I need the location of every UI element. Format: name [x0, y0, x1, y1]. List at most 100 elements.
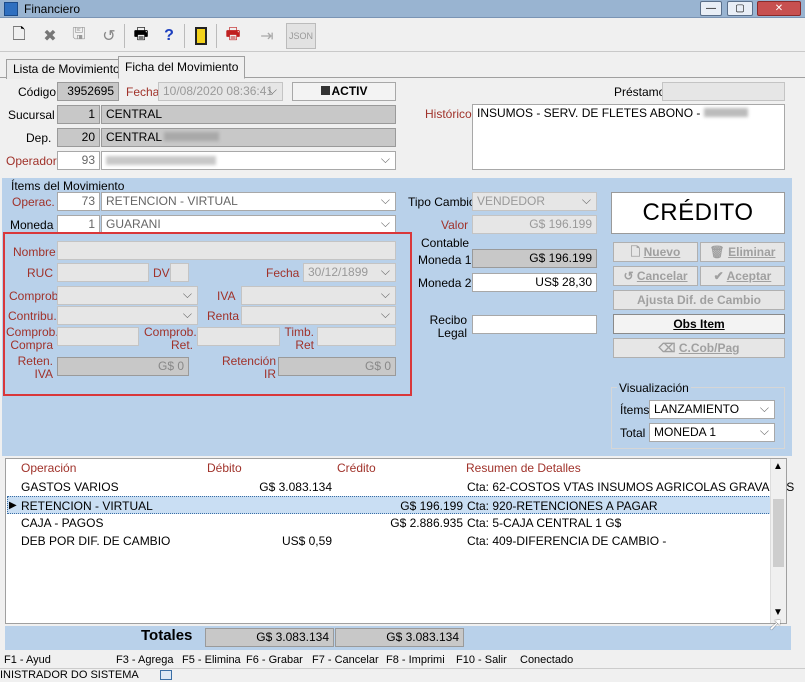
- col-header-resumen[interactable]: Resumen de Detalles: [466, 461, 581, 475]
- dep-label: Dep.: [26, 131, 52, 145]
- table-row[interactable]: DEB POR DIF. DE CAMBIO US$ 0,59 Cta: 409…: [7, 532, 771, 550]
- iva-label: IVA: [217, 289, 236, 303]
- status-key-f7: F7 - Cancelar: [312, 654, 379, 666]
- fecha-field[interactable]: 10/08/2020 08:36:41: [158, 82, 283, 101]
- table-row[interactable]: GASTOS VARIOS G$ 3.083.134 Cta: 62-COSTO…: [7, 478, 794, 496]
- visualizacion-items-select[interactable]: LANZAMIENTO: [649, 400, 775, 419]
- print-report-icon[interactable]: 🖶: [220, 23, 246, 49]
- new-icon: 🗋: [630, 245, 644, 259]
- cancelar-button[interactable]: ↺ Cancelar: [613, 266, 698, 286]
- undo-icon[interactable]: ↺: [96, 23, 122, 49]
- nombre-field[interactable]: [57, 241, 396, 260]
- row-pointer-icon: ▶: [9, 500, 17, 511]
- delete-icon[interactable]: ✖: [37, 23, 63, 49]
- tab-ficha-del-movimiento[interactable]: Ficha del Movimiento: [118, 56, 246, 79]
- ruc-field[interactable]: [57, 263, 149, 282]
- moneda2-label: Moneda 2: [418, 276, 472, 290]
- eraser-icon: ⌫: [658, 341, 679, 355]
- total-debito-field: G$ 3.083.134: [205, 628, 334, 647]
- operac-name-field[interactable]: RETENCION - VIRTUAL: [101, 192, 396, 211]
- print-icon[interactable]: 🖶: [128, 23, 154, 49]
- check-icon: ✔: [713, 269, 727, 283]
- col-header-debito[interactable]: Débito: [207, 461, 242, 475]
- timb-ret-field[interactable]: [317, 327, 396, 346]
- exit-door-icon[interactable]: [188, 23, 214, 49]
- user-status-bar: INISTRADOR DO SISTEMA: [0, 668, 805, 681]
- json-icon[interactable]: JSON: [286, 23, 316, 49]
- reten-iva-label: Reten.: [17, 354, 53, 368]
- operador-label: Operador: [6, 154, 57, 168]
- aceptar-button[interactable]: ✔ Aceptar: [700, 266, 785, 286]
- valor-field[interactable]: G$ 196.199: [472, 215, 597, 234]
- operador-name-field[interactable]: [101, 151, 396, 170]
- grid-scrollbar[interactable]: ▲ ▼: [770, 459, 786, 623]
- export-icon[interactable]: ⇥: [254, 23, 280, 49]
- financiero-window: Financiero — ▢ ✕ 🗋 ✖ 🖫 ↺ 🖶 ? 🖶 ⇥ JSON Li…: [0, 0, 805, 681]
- table-row[interactable]: CAJA - PAGOS G$ 2.886.935 Cta: 5-CAJA CE…: [7, 514, 771, 532]
- retencion-ir-field: G$ 0: [278, 357, 396, 376]
- help-icon[interactable]: ?: [156, 23, 182, 49]
- moneda2-field: US$ 28,30: [472, 273, 597, 292]
- dv-field[interactable]: [170, 263, 189, 282]
- dep-name-field: CENTRAL: [101, 128, 396, 147]
- recibo-label: Recibo: [429, 313, 467, 327]
- prestamo-field[interactable]: [662, 82, 785, 101]
- historico-field[interactable]: INSUMOS - SERV. DE FLETES ABONO -: [472, 104, 785, 170]
- recibo-legal-field[interactable]: [472, 315, 597, 334]
- comprob-label: Comprob.: [9, 289, 62, 303]
- nuevo-button[interactable]: 🗋 Nuevo: [613, 242, 698, 262]
- scroll-up-icon[interactable]: ▲: [773, 461, 783, 472]
- status-bar: F1 - Ayud F3 - Agrega F5 - Elimina F6 - …: [0, 654, 805, 667]
- tipo-cambio-select[interactable]: VENDEDOR: [472, 192, 597, 211]
- ajusta-dif-cambio-button[interactable]: Ajusta Dif. de Cambio: [613, 290, 785, 310]
- tab-strip: Lista de Movimientos Ficha del Movimient…: [0, 56, 805, 79]
- new-document-icon[interactable]: 🗋: [6, 23, 32, 49]
- maximize-button[interactable]: ▢: [727, 1, 753, 16]
- retencion-fecha-field[interactable]: 30/12/1899: [303, 263, 396, 282]
- timb-ret-label: Timb.: [284, 325, 314, 339]
- eliminar-button[interactable]: 🗑 Eliminar: [700, 242, 785, 262]
- contribu-select[interactable]: [57, 306, 198, 325]
- prestamo-label: Préstamo: [614, 85, 666, 99]
- obs-item-button[interactable]: Obs Item: [613, 314, 785, 334]
- moneda1-field: G$ 196.199: [472, 249, 597, 268]
- app-icon: [4, 2, 18, 16]
- retencion-fecha-label: Fecha: [266, 266, 300, 280]
- toolbar: 🗋 ✖ 🖫 ↺ 🖶 ? 🖶 ⇥ JSON: [0, 20, 805, 52]
- keyboard-icon: [160, 670, 172, 680]
- timb-ret-label-2: Ret: [295, 338, 314, 352]
- col-header-credito[interactable]: Crédito: [337, 461, 376, 475]
- iva-select[interactable]: [241, 286, 396, 305]
- operac-code-field[interactable]: 73: [57, 192, 100, 211]
- status-key-f6: F6 - Grabar: [246, 654, 303, 666]
- operador-code-field[interactable]: 93: [57, 151, 100, 170]
- historico-label: Histórico: [425, 107, 472, 121]
- visualizacion-total-select[interactable]: MONEDA 1: [649, 423, 775, 442]
- reten-iva-field: G$ 0: [57, 357, 189, 376]
- valor-label: Valor: [441, 218, 469, 232]
- renta-select[interactable]: [241, 306, 396, 325]
- table-row-selected[interactable]: ▶ RETENCION - VIRTUAL G$ 196.199 Cta: 92…: [7, 496, 771, 514]
- contribu-label: Contribu.: [8, 309, 57, 323]
- save-icon[interactable]: 🖫: [66, 23, 92, 49]
- totals-bar: Totales G$ 3.083.134 G$ 3.083.134: [5, 626, 791, 650]
- sucursal-label: Sucursal: [8, 108, 55, 122]
- ccob-pag-button[interactable]: ⌫ C.Cob/Pag: [613, 338, 785, 358]
- status-key-f10: F10 - Salir: [456, 654, 507, 666]
- visualizacion-total-label: Total: [620, 426, 646, 440]
- minimize-button[interactable]: —: [700, 1, 722, 16]
- comprob-compra-field[interactable]: [57, 327, 139, 346]
- user-name: INISTRADOR DO SISTEMA: [0, 669, 139, 681]
- title-bar: Financiero — ▢ ✕: [0, 0, 805, 18]
- visualizacion-items-label: Ítems: [620, 403, 650, 417]
- tab-lista-de-movimientos[interactable]: Lista de Movimientos: [6, 59, 133, 79]
- window-title: Financiero: [24, 2, 81, 16]
- dv-label: DV: [153, 266, 170, 280]
- comprob-ret-field[interactable]: [197, 327, 280, 346]
- comprob-select[interactable]: [57, 286, 198, 305]
- scroll-thumb[interactable]: [773, 499, 784, 567]
- comprob-ret-label: Comprob.: [144, 325, 197, 339]
- items-section-label: Ítems del Movimiento: [11, 179, 125, 193]
- close-button[interactable]: ✕: [757, 1, 801, 16]
- col-header-operacion[interactable]: Operación: [21, 461, 76, 475]
